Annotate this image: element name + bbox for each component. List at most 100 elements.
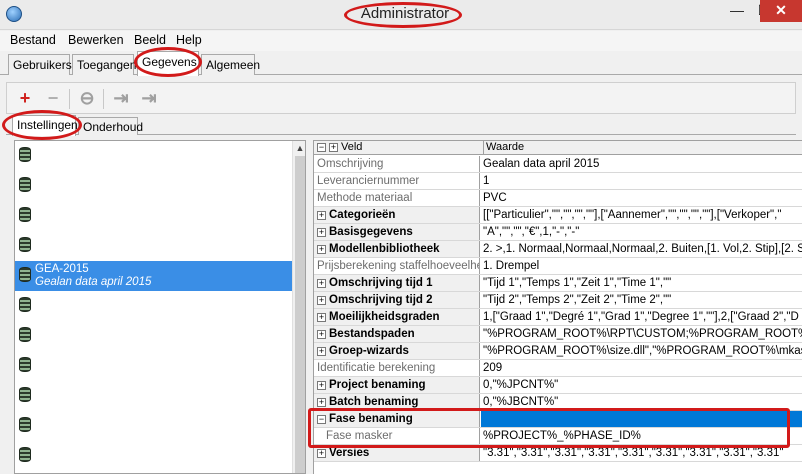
grid-row[interactable]: Omschrijving Gealan data april 2015	[314, 156, 802, 173]
field-name: Omschrijving	[314, 156, 480, 172]
field-value[interactable]: "A","","","€",1,"-","-"	[481, 224, 802, 240]
field-value[interactable]: "Tijd 1","Temps 1","Zeit 1","Time 1",""	[481, 275, 802, 291]
collapse-all-icon[interactable]: −	[317, 143, 326, 152]
header-waarde[interactable]: Waarde	[483, 141, 802, 155]
list-item[interactable]	[15, 291, 292, 321]
database-icon	[19, 417, 31, 432]
expand-all-icon[interactable]: +	[329, 143, 338, 152]
field-name-text: Moeilijkheidsgraden	[329, 311, 440, 323]
expand-icon[interactable]: +	[317, 228, 326, 237]
database-icon	[19, 327, 31, 342]
list-item[interactable]	[15, 171, 292, 201]
close-icon[interactable]: ✕	[760, 0, 802, 22]
grid-row[interactable]: Leveranciernummer 1	[314, 173, 802, 190]
settings-list: GEA-2015 Gealan data april 2015 ▲	[14, 140, 306, 474]
list-item[interactable]	[15, 441, 292, 471]
import-icon[interactable]: ⇥	[139, 89, 159, 109]
expand-icon[interactable]: +	[317, 398, 326, 407]
field-value[interactable]: [["Particulier","","","",""],["Aannemer"…	[481, 207, 802, 223]
tab-algemeen[interactable]: Algemeen	[201, 54, 260, 75]
field-name: Leveranciernummer	[314, 173, 480, 189]
field-value[interactable]: 209	[481, 360, 802, 376]
field-name: + Project benaming	[314, 377, 480, 393]
field-name: + Basisgegevens	[314, 224, 480, 240]
toolbar: + − ⊖ ⇥ ⇥	[6, 82, 796, 114]
list-item[interactable]	[15, 231, 292, 261]
field-value[interactable]: 1	[481, 173, 802, 189]
menu-bewerken[interactable]: Bewerken	[68, 33, 124, 47]
add-icon[interactable]: +	[15, 89, 35, 109]
field-value[interactable]: "Tijd 2","Temps 2","Zeit 2","Time 2",""	[481, 292, 802, 308]
expand-icon[interactable]: +	[317, 330, 326, 339]
field-name-text: Methode materiaal	[317, 192, 413, 204]
list-item[interactable]	[15, 201, 292, 231]
grid-row[interactable]: + Omschrijving tijd 2 "Tijd 2","Temps 2","…	[314, 292, 802, 309]
menu-beeld[interactable]: Beeld	[134, 33, 166, 47]
grid-row[interactable]: + Project benaming 0,"%JPCNT%"	[314, 377, 802, 394]
field-name: + Omschrijving tijd 1	[314, 275, 480, 291]
field-name: + Bestandspaden	[314, 326, 480, 342]
field-value[interactable]: PVC	[481, 190, 802, 206]
tab-onderhoud[interactable]: Onderhoud	[78, 117, 143, 135]
database-icon	[19, 207, 31, 222]
grid-row[interactable]: + Bestandspaden "%PROGRAM_ROOT%\RPT\CUSTOM…	[314, 326, 802, 343]
grid-row[interactable]: + Modellenbibliotheek 2. >,1. Normaal,Norm…	[314, 241, 802, 258]
list-item[interactable]	[15, 411, 292, 441]
scroll-up-icon[interactable]: ▲	[293, 141, 305, 155]
database-icon	[19, 387, 31, 402]
stop-icon[interactable]: ⊖	[77, 89, 97, 109]
grid-row[interactable]: Methode materiaal PVC	[314, 190, 802, 207]
database-icon	[19, 357, 31, 372]
list-item[interactable]	[15, 381, 292, 411]
sub-tabs: Instellingen Onderhoud	[6, 115, 796, 136]
list-item[interactable]: GEA-2015 Gealan data april 2015	[15, 261, 292, 291]
minimize-icon[interactable]: —	[722, 0, 752, 22]
menu-help[interactable]: Help	[176, 33, 202, 47]
field-value[interactable]: "%PROGRAM_ROOT%\RPT\CUSTOM;%PROGRAM_ROOT…	[481, 326, 802, 342]
list-item-subtitle: Gealan data april 2015	[35, 276, 152, 288]
field-name-text: Categorieën	[329, 209, 396, 221]
field-value[interactable]: "%PROGRAM_ROOT%\size.dll","%PROGRAM_ROOT…	[481, 343, 802, 359]
export-icon[interactable]: ⇥	[111, 89, 131, 109]
list-item[interactable]	[15, 141, 292, 171]
database-icon	[19, 447, 31, 462]
expand-icon[interactable]: +	[317, 211, 326, 220]
grid-row[interactable]: + Omschrijving tijd 1 "Tijd 1","Temps 1","…	[314, 275, 802, 292]
grid-row[interactable]: + Moeilijkheidsgraden 1,["Graad 1","Degré …	[314, 309, 802, 326]
grid-row[interactable]: + Basisgegevens "A","","","€",1,"-","-"	[314, 224, 802, 241]
expand-icon[interactable]: +	[317, 279, 326, 288]
grid-row[interactable]: + Groep-wizards "%PROGRAM_ROOT%\size.dll",…	[314, 343, 802, 360]
scroll-thumb[interactable]	[295, 156, 305, 473]
field-value[interactable]: 2. >,1. Normaal,Normaal,Normaal,2. Buite…	[481, 241, 802, 257]
title-annotation	[344, 2, 462, 28]
field-name-text: Groep-wizards	[329, 345, 409, 357]
field-name: Methode materiaal	[314, 190, 480, 206]
grid-row[interactable]: + Categorieën [["Particulier","","","",""]…	[314, 207, 802, 224]
expand-icon[interactable]: +	[317, 245, 326, 254]
app-icon	[6, 6, 22, 22]
menu-bestand[interactable]: Bestand	[10, 33, 56, 47]
field-value[interactable]: 1,["Graad 1","Degré 1","Grad 1","Degree …	[481, 309, 802, 325]
database-icon	[19, 177, 31, 192]
list-item[interactable]	[15, 351, 292, 381]
field-name-text: Prijsberekening staffelhoeveelheid	[317, 260, 480, 272]
header-veld[interactable]: − + Veld	[317, 141, 362, 155]
tab-gebruikers[interactable]: Gebruikers	[8, 54, 72, 75]
expand-icon[interactable]: +	[317, 313, 326, 322]
field-value[interactable]: 1. Drempel	[481, 258, 802, 274]
database-icon	[19, 147, 31, 162]
field-name: Identificatie berekening	[314, 360, 480, 376]
tab-toegangen[interactable]: Toegangen	[72, 54, 136, 75]
expand-icon[interactable]: +	[317, 347, 326, 356]
expand-icon[interactable]: +	[317, 449, 326, 458]
field-value[interactable]: 0,"%JPCNT%"	[481, 377, 802, 393]
field-name-text: Omschrijving tijd 1	[329, 277, 433, 289]
grid-row[interactable]: Prijsberekening staffelhoeveelheid 1. Dre…	[314, 258, 802, 275]
remove-icon[interactable]: −	[43, 89, 63, 109]
vertical-scrollbar[interactable]: ▲	[292, 141, 305, 473]
grid-row[interactable]: Identificatie berekening 209	[314, 360, 802, 377]
expand-icon[interactable]: +	[317, 381, 326, 390]
list-item[interactable]	[15, 321, 292, 351]
field-value[interactable]: Gealan data april 2015	[481, 156, 802, 172]
expand-icon[interactable]: +	[317, 296, 326, 305]
